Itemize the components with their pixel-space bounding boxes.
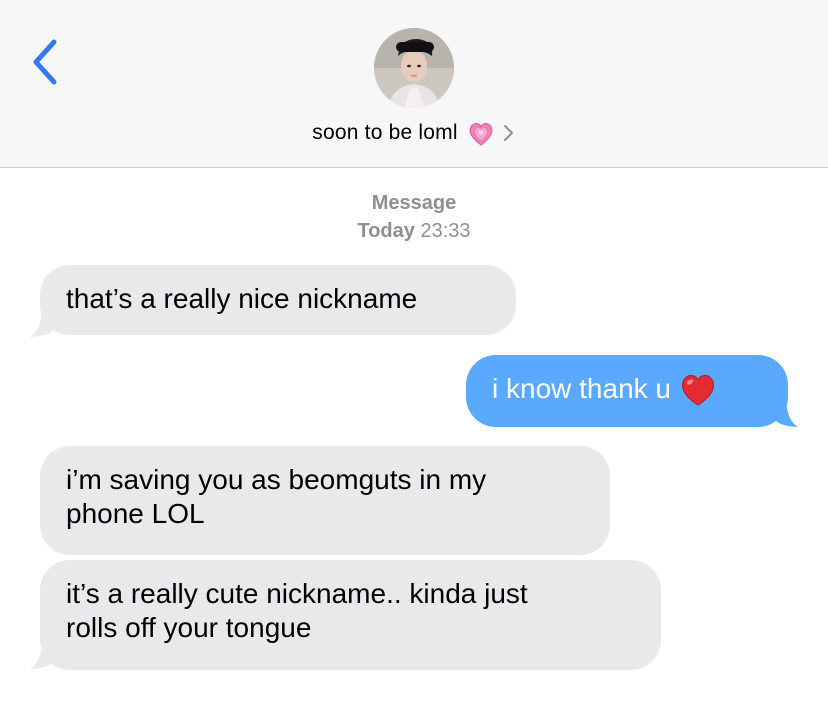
- avatar-photo: [374, 28, 454, 108]
- message-bubble-outgoing[interactable]: i know thank u: [466, 355, 788, 427]
- growing-heart-icon: [466, 118, 496, 148]
- timestamp-day: Today: [357, 220, 415, 242]
- thread-timestamp: Today 23:33: [0, 220, 828, 243]
- message-text-line: i’m saving you as beomguts in my: [66, 464, 487, 495]
- red-heart-icon: [679, 371, 717, 407]
- conversation-header: soon to be loml: [0, 0, 828, 168]
- chevron-left-icon: [33, 39, 57, 85]
- service-label: Message: [371, 192, 457, 214]
- message-text: that’s a really nice nickname: [66, 283, 418, 314]
- contact-avatar[interactable]: [374, 28, 454, 108]
- message-bubble-incoming[interactable]: that’s a really nice nickname: [40, 265, 516, 335]
- timestamp-time: 23:33: [420, 220, 471, 242]
- chevron-right-icon: [502, 123, 516, 143]
- contact-name: soon to be loml: [312, 121, 458, 144]
- message-text: i know thank u: [492, 373, 671, 404]
- message-bubble-incoming[interactable]: it’s a really cute nickname.. kinda just…: [40, 560, 661, 670]
- message-text-line: it’s a really cute nickname.. kinda just: [66, 578, 528, 609]
- message-bubble-incoming[interactable]: i’m saving you as beomguts in my phone L…: [40, 446, 610, 555]
- back-button[interactable]: [26, 36, 70, 88]
- message-text-line: rolls off your tongue: [66, 612, 312, 643]
- contact-name-button[interactable]: soon to be loml: [0, 116, 828, 150]
- message-text-line: phone LOL: [66, 498, 205, 529]
